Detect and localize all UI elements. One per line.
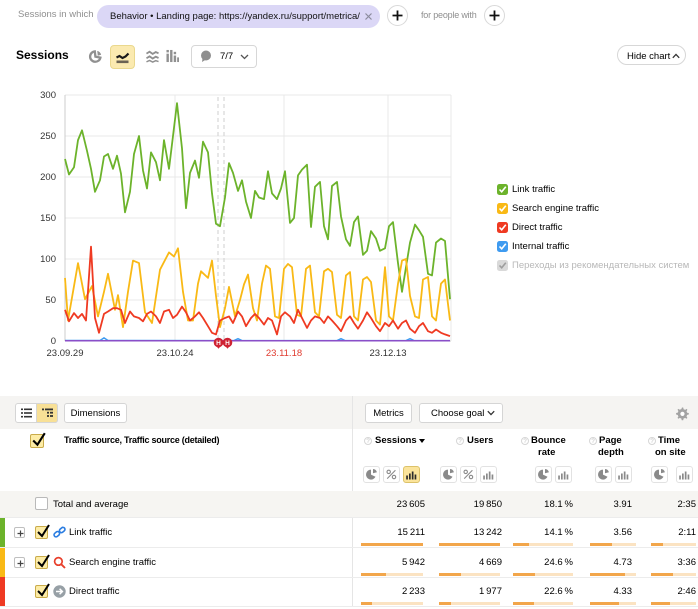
svg-text:H: H	[216, 340, 221, 347]
svg-text:23.11.18: 23.11.18	[266, 348, 302, 359]
svg-text:23.09.29: 23.09.29	[47, 348, 84, 359]
svg-text:H: H	[225, 340, 230, 347]
svg-text:23.10.24: 23.10.24	[157, 348, 194, 359]
svg-text:300: 300	[40, 90, 56, 101]
svg-text:150: 150	[40, 213, 56, 224]
svg-text:23.12.13: 23.12.13	[370, 348, 407, 359]
svg-text:100: 100	[40, 254, 56, 265]
svg-text:250: 250	[40, 131, 56, 142]
svg-text:0: 0	[51, 336, 56, 347]
svg-text:200: 200	[40, 172, 56, 183]
svg-text:50: 50	[45, 295, 56, 306]
